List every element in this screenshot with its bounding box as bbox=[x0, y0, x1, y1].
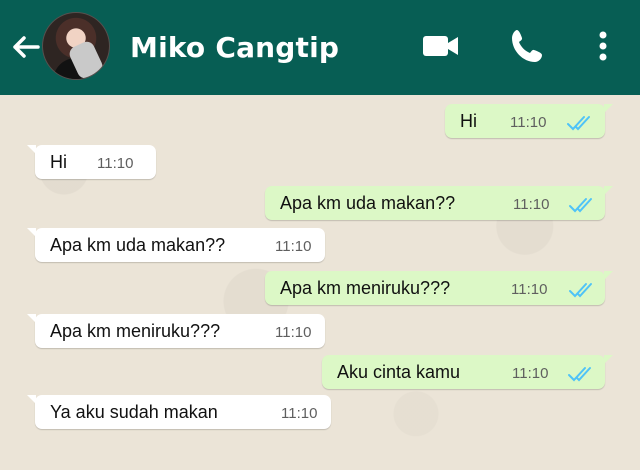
message-bubble-outgoing[interactable]: Apa km uda makan?? 11:10 bbox=[265, 186, 613, 220]
message-bubble-incoming[interactable]: Apa km meniruku??? 11:10 bbox=[27, 314, 325, 348]
message-time: 11:10 bbox=[97, 155, 134, 172]
message-text: Apa km meniruku??? bbox=[50, 320, 221, 341]
message-text: Ya aku sudah makan bbox=[50, 401, 218, 422]
message-time: 11:10 bbox=[275, 324, 312, 341]
message-time: 11:10 bbox=[281, 405, 318, 422]
message-bubble-incoming[interactable]: Apa km uda makan?? 11:10 bbox=[27, 228, 325, 262]
message-bubble-incoming[interactable]: Ya aku sudah makan 11:10 bbox=[27, 395, 331, 429]
double-check-icon bbox=[569, 198, 592, 213]
message-text: Hi bbox=[50, 151, 67, 172]
chat-header: Miko Cangtip bbox=[0, 0, 640, 95]
more-vertical-icon bbox=[599, 31, 607, 61]
message-text: Apa km uda makan?? bbox=[280, 192, 456, 213]
contact-name[interactable]: Miko Cangtip bbox=[130, 31, 339, 64]
double-check-icon bbox=[567, 116, 590, 131]
message-text: Aku cinta kamu bbox=[337, 361, 461, 382]
message-time: 11:10 bbox=[275, 238, 312, 255]
menu-button[interactable] bbox=[586, 25, 628, 67]
back-button[interactable] bbox=[8, 30, 42, 64]
video-camera-icon bbox=[423, 36, 458, 56]
message-text: Apa km meniruku??? bbox=[280, 277, 451, 298]
arrow-left-icon bbox=[13, 36, 40, 58]
voice-call-button[interactable] bbox=[507, 25, 549, 67]
message-bubble-outgoing[interactable]: Hi 11:10 bbox=[445, 104, 613, 138]
message-text: Hi bbox=[460, 110, 477, 131]
message-time: 11:10 bbox=[512, 365, 549, 382]
message-time: 11:10 bbox=[511, 281, 548, 298]
message-time: 11:10 bbox=[510, 114, 547, 131]
message-bubble-incoming[interactable]: Hi 11:10 bbox=[27, 145, 156, 179]
message-time: 11:10 bbox=[513, 196, 550, 213]
double-check-icon bbox=[568, 367, 591, 382]
contact-avatar[interactable] bbox=[42, 12, 110, 80]
double-check-icon bbox=[569, 283, 592, 298]
message-bubble-outgoing[interactable]: Aku cinta kamu 11:10 bbox=[322, 355, 613, 389]
message-text: Apa km uda makan?? bbox=[50, 234, 226, 255]
message-bubble-outgoing[interactable]: Apa km meniruku??? 11:10 bbox=[265, 271, 613, 305]
video-call-button[interactable] bbox=[420, 25, 462, 67]
phone-icon bbox=[512, 30, 542, 62]
